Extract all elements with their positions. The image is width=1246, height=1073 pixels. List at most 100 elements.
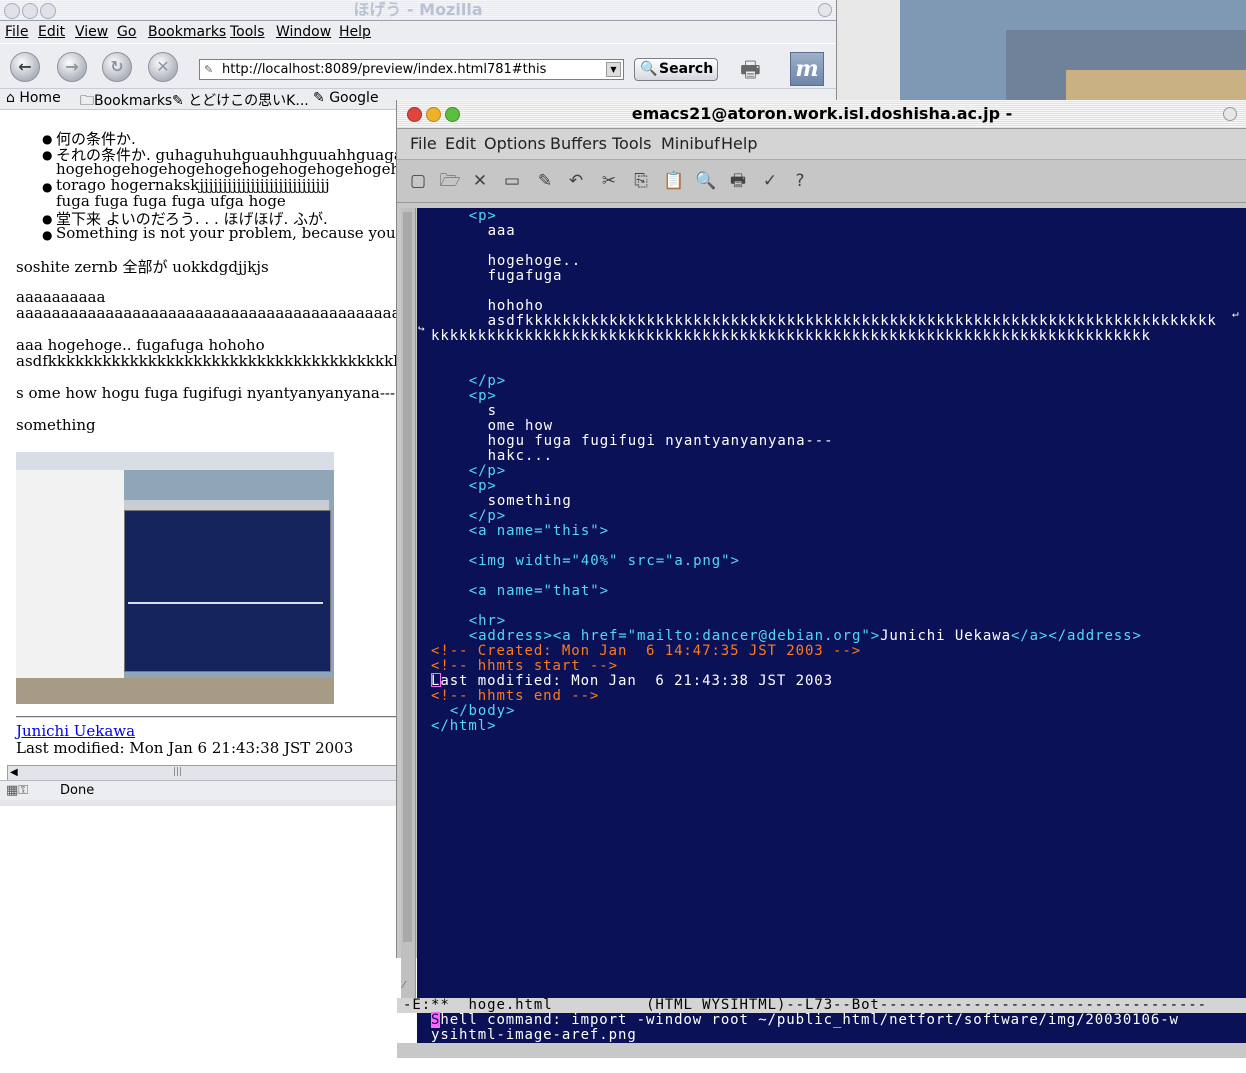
code-token: kkkkkkkkkkkkkkkkkkkkkkkkkkkkkkkkkkkkkkkk…	[431, 328, 1151, 344]
code-line: </p>	[469, 464, 506, 479]
menu-edit[interactable]: Edit	[445, 134, 476, 153]
search-icon: 🔍	[640, 61, 658, 77]
code-line: asdfkkkkkkkkkkkkkkkkkkkkkkkkkkkkkkkkkkkk…	[488, 314, 1217, 329]
menu-bookmarks[interactable]: Bookmarks	[148, 24, 226, 40]
menu-help[interactable]: Help	[339, 24, 371, 40]
bookmark-link-google[interactable]: ✎ Google	[313, 90, 379, 106]
scroll-thumb[interactable]: |||	[173, 767, 182, 777]
search-button[interactable]: 🔍 Search	[634, 58, 718, 81]
address-link[interactable]: Junichi Uekawa	[16, 722, 135, 740]
open-folder-icon[interactable]: 🗁	[439, 170, 461, 192]
code-line: hakc...	[488, 449, 553, 464]
code-token: </a></address>	[1010, 628, 1142, 644]
menu-view[interactable]: View	[75, 24, 108, 40]
paragraph: s ome how hogu fuga fugifugi nyantyanyan…	[16, 384, 396, 402]
cut-icon[interactable]: ✂	[598, 170, 620, 192]
print-icon[interactable]: 🖶	[727, 170, 749, 192]
copy-icon[interactable]: ⎘	[630, 170, 652, 192]
list-item: Something is not your problem, because y…	[56, 224, 396, 242]
code-line: <img width="40%" src="a.png">	[469, 554, 740, 569]
code-line: </body>	[450, 704, 515, 719]
code-token: <!-- hhmts end -->	[431, 688, 600, 704]
code-token: <p>	[468, 208, 497, 224]
menu-tools[interactable]: Tools	[230, 24, 265, 40]
mozilla-window-title: ほげう - Mozilla	[353, 0, 483, 19]
stop-icon[interactable]: ✕	[148, 52, 178, 82]
code-line: <address><a href="mailto:dancer@debian.o…	[469, 629, 1142, 644]
reload-icon[interactable]: ↻	[102, 52, 132, 82]
save-as-icon[interactable]: ✎	[534, 170, 556, 192]
code-line: <hr>	[469, 614, 506, 629]
code-line: hogu fuga fugifugi nyantyanyanyana---	[488, 434, 834, 449]
code-token: <p>	[468, 388, 497, 404]
emacs-scrollbar[interactable]: ⁄	[401, 208, 416, 998]
emacs-menu-bar: File Edit Options Buffers Tools Minibuf …	[397, 129, 1246, 160]
code-line: <!-- Created: Mon Jan 6 14:47:35 JST 200…	[431, 644, 861, 659]
code-line: hogehoge..	[488, 254, 582, 269]
customize-icon[interactable]: ✓	[759, 170, 781, 192]
code-line: s	[488, 404, 497, 419]
code-token: hogehoge..	[487, 253, 582, 269]
emacs-buffer[interactable]: <p> aaa hogehoge.. fugafuga hohoho asdfkkkkkk…	[417, 208, 1246, 998]
page-content: ● 何の条件か. ● それの条件か. guhaguhuhguauhhguuahh…	[0, 110, 410, 765]
menu-window[interactable]: Window	[276, 24, 331, 40]
home-button[interactable]: ⌂ Home	[6, 90, 61, 106]
code-line: ome how	[488, 419, 553, 434]
close-buffer-icon[interactable]: ✕	[469, 170, 491, 192]
help-icon[interactable]: ?	[789, 170, 811, 192]
collapse-button[interactable]	[1223, 107, 1237, 121]
menu-tools[interactable]: Tools	[612, 134, 651, 153]
menu-edit[interactable]: Edit	[38, 24, 65, 40]
code-token: </html>	[431, 718, 497, 734]
menu-options[interactable]: Options	[484, 134, 546, 153]
collapse-button[interactable]	[818, 3, 832, 17]
back-arrow-icon[interactable]: ←	[10, 52, 40, 82]
mozilla-logo-icon[interactable]: m	[790, 52, 824, 86]
code-line: <p>	[469, 389, 497, 404]
code-line: <!-- hhmts start -->	[431, 659, 618, 674]
search-icon[interactable]: 🔍	[695, 170, 717, 192]
emacs-window: emacs21@atoron.work.isl.doshisha.ac.jp -…	[396, 100, 1246, 1058]
code-token: hohoho	[487, 298, 544, 314]
menu-help[interactable]: Help	[721, 134, 757, 153]
code-line: <p>	[469, 479, 497, 494]
menu-go[interactable]: Go	[117, 24, 136, 40]
scroll-left-icon[interactable]: ◀	[10, 767, 18, 778]
forward-arrow-icon[interactable]: →	[57, 52, 87, 82]
menu-file[interactable]: File	[5, 24, 28, 40]
scroll-thumb[interactable]	[403, 212, 412, 942]
emacs-title-bar[interactable]: emacs21@atoron.work.isl.doshisha.ac.jp -	[397, 100, 1246, 129]
minibuffer[interactable]: Shell command: import -window root ~/pub…	[417, 1012, 1246, 1043]
code-token: </body>	[449, 703, 516, 719]
undo-icon[interactable]: ↶	[565, 170, 587, 192]
code-line: Last modified: Mon Jan 6 21:43:38 JST 20…	[431, 674, 833, 689]
paste-icon[interactable]: 📋	[663, 170, 685, 192]
security-lock-icon[interactable]: ▦⚿	[6, 783, 28, 798]
menu-minibuf[interactable]: Minibuf	[661, 134, 720, 153]
bookmark-link-1[interactable]: ✎ とどけこの思いK...	[172, 90, 309, 110]
menu-file[interactable]: File	[410, 134, 437, 153]
last-modified-text: Last modified: Mon Jan 6 21:43:38 JST 20…	[16, 739, 354, 757]
minibuffer-cursor: S	[431, 1012, 441, 1028]
code-token: aaa	[487, 223, 516, 239]
line-wrap-icon: ↵	[1232, 307, 1240, 320]
minibuffer-line-1: Shell command: import -window root ~/pub…	[431, 1012, 1179, 1028]
new-file-icon[interactable]: ▢	[407, 170, 429, 192]
url-dropdown-icon[interactable]: ▼	[606, 62, 621, 77]
horizontal-scrollbar[interactable]: ◀ |||	[7, 765, 409, 781]
code-line: fugafuga	[488, 269, 563, 284]
code-token: something	[487, 493, 572, 509]
print-icon[interactable]: 🖶	[740, 53, 776, 83]
emacs-toolbar: ▢ 🗁 ✕ ▭ ✎ ↶ ✂ ⎘ 📋 🔍 🖶 ✓ ?	[397, 160, 1246, 203]
code-token: <address><a href="mailto:dancer@debian.o…	[468, 628, 881, 644]
menu-buffers[interactable]: Buffers	[550, 134, 607, 153]
code-line: <!-- hhmts end -->	[431, 689, 599, 704]
code-line: </html>	[431, 719, 496, 734]
url-field[interactable]: ✎ http://localhost:8089/preview/index.ht…	[199, 59, 624, 80]
code-token: Last modified: Mon Jan 6 21:43:38 JST 20…	[431, 673, 833, 689]
code-line: </p>	[469, 509, 506, 524]
code-token: fugafuga	[487, 268, 563, 284]
code-token: </p>	[468, 508, 507, 524]
save-icon[interactable]: ▭	[501, 170, 523, 192]
mozilla-title-bar[interactable]: ほげう - Mozilla	[0, 0, 836, 21]
